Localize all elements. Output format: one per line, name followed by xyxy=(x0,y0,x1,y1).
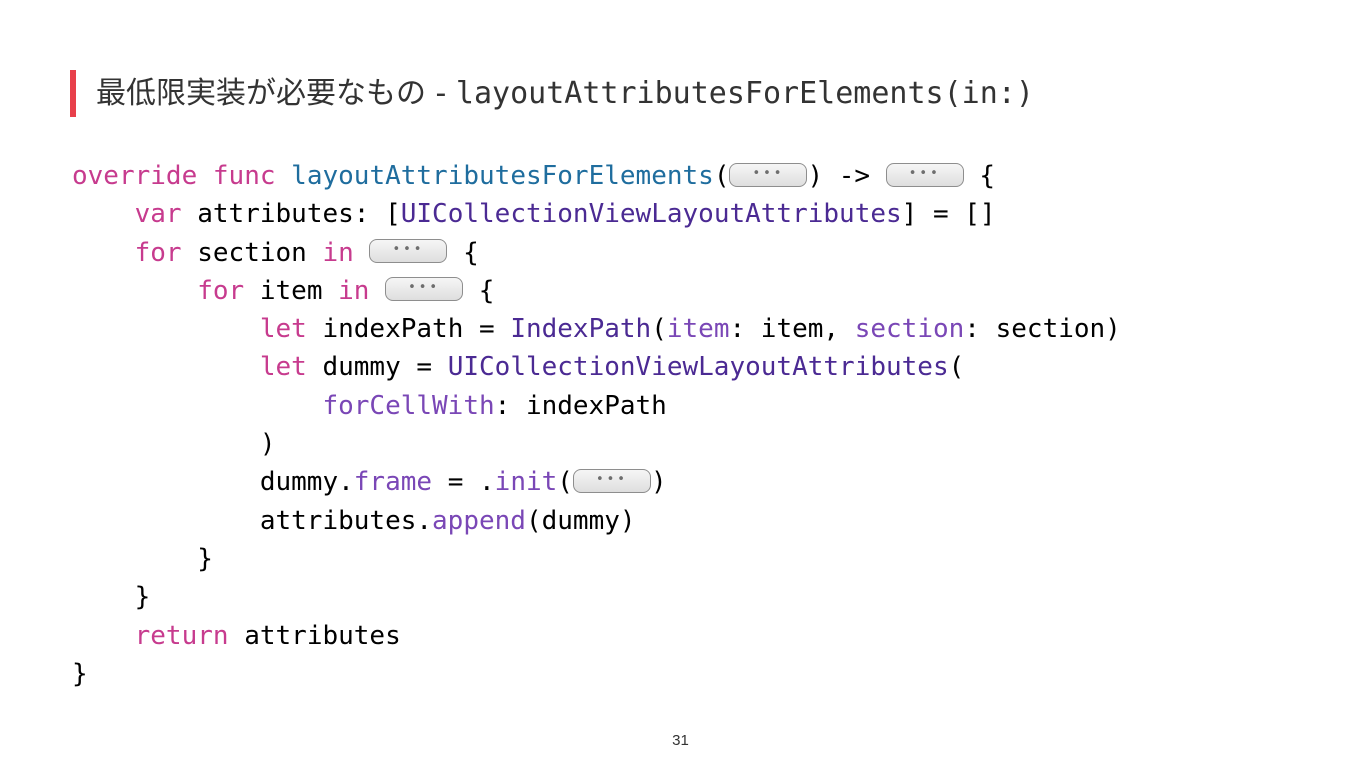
attributes-prefix: attributes. xyxy=(259,505,433,536)
init-function: init xyxy=(494,467,558,498)
let-keyword: let xyxy=(259,314,307,345)
code-line: var attributes: [UICollectionViewLayoutA… xyxy=(72,195,1121,233)
section-argument-label: section xyxy=(854,314,965,345)
code-line: } xyxy=(72,658,88,689)
title-method: layoutAttributesForElements(in:) xyxy=(455,76,1034,111)
for-keyword: for xyxy=(197,275,245,306)
layout-attributes-type: UICollectionViewLayoutAttributes xyxy=(447,352,949,383)
section-argument: : section) xyxy=(964,314,1121,345)
item-argument-label: item xyxy=(666,314,730,345)
dummy-prefix: dummy. xyxy=(259,467,354,498)
return-arrow: ) -> xyxy=(807,161,871,191)
code-line: override func layoutAttributesForElement… xyxy=(72,161,996,191)
code-line: dummy.frame = .init(•••) xyxy=(259,467,667,498)
for-cell-with-label: forCellWith xyxy=(322,390,495,421)
in-keyword: in xyxy=(322,237,354,268)
page-number: 31 xyxy=(672,732,689,749)
let-keyword: let xyxy=(259,352,307,383)
section-variable: section xyxy=(197,237,307,268)
attributes-type: UICollectionViewLayoutAttributes xyxy=(400,199,902,230)
return-keyword: return xyxy=(134,620,229,651)
code-line: for item in ••• { xyxy=(197,275,495,306)
collapsed-placeholder[interactable]: ••• xyxy=(369,239,448,264)
code-line: } xyxy=(72,543,213,574)
equals-dot: = . xyxy=(432,467,495,498)
item-variable: item xyxy=(259,275,323,306)
code-line: ) xyxy=(72,429,276,460)
code-line: for section in ••• { xyxy=(134,237,479,268)
function-name: layoutAttributesForElements xyxy=(291,161,714,191)
title-japanese: 最低限実装が必要なもの xyxy=(96,76,426,111)
code-line: forCellWith: indexPath xyxy=(72,387,1121,425)
func-keyword: func xyxy=(212,161,276,191)
collapsed-placeholder[interactable]: ••• xyxy=(885,162,964,187)
title-accent-bar xyxy=(70,70,76,117)
code-line: } xyxy=(72,582,151,613)
for-cell-with-argument: : indexPath xyxy=(494,390,667,421)
for-keyword: for xyxy=(134,237,182,268)
code-line: attributes.append(dummy) xyxy=(72,502,1121,540)
override-keyword: override xyxy=(72,161,198,191)
attributes-initializer: ] = [] xyxy=(901,199,996,230)
collapsed-placeholder[interactable]: ••• xyxy=(572,468,651,493)
frame-property: frame xyxy=(353,467,433,498)
var-keyword: var xyxy=(134,199,182,230)
index-path-declaration: indexPath = xyxy=(322,314,511,345)
in-keyword: in xyxy=(338,275,370,306)
collapsed-placeholder[interactable]: ••• xyxy=(385,277,464,302)
code-block: override func layoutAttributesForElement… xyxy=(72,157,1121,693)
code-line: let indexPath = IndexPath(item: item, se… xyxy=(259,314,1121,345)
item-argument: : item, xyxy=(729,314,855,345)
index-path-type: IndexPath xyxy=(510,314,652,345)
code-line: let dummy = UICollectionViewLayoutAttrib… xyxy=(259,352,965,383)
collapsed-placeholder[interactable]: ••• xyxy=(729,162,808,187)
slide-title: 最低限実装が必要なもの - layoutAttributesForElement… xyxy=(96,72,1034,116)
append-function: append xyxy=(432,505,526,536)
dummy-declaration: dummy = xyxy=(322,352,448,383)
title-separator: - xyxy=(426,76,456,111)
code-line: return attributes xyxy=(72,617,1121,655)
attributes-declaration: attributes: [ xyxy=(197,199,401,230)
append-argument: (dummy) xyxy=(525,505,636,536)
return-value: attributes xyxy=(244,620,401,651)
